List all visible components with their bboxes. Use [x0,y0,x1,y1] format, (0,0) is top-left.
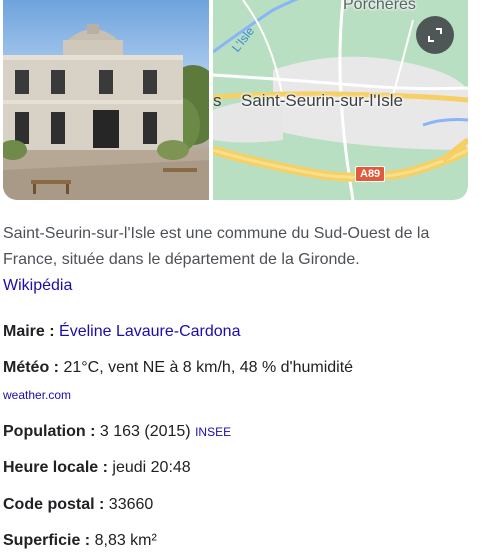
fact-superficie: Superficie : 8,83 km² [3,530,157,552]
fact-meteo: Météo : 21°C, vent NE à 8 km/h, 48 % d'h… [3,357,353,379]
fact-heure-locale-label: Heure locale : [3,459,108,476]
expand-icon [428,28,442,42]
description-block: Saint-Seurin-sur-l'Isle est une commune … [3,221,473,299]
map-thumbnail[interactable]: Porchères L'Isle s Saint-Seurin-sur-l'Is… [213,0,468,200]
fact-superficie-value: 8,83 km² [94,532,157,549]
description-text: Saint-Seurin-sur-l'Isle est une commune … [3,225,430,268]
mayor-link[interactable]: Éveline Lavaure-Cardona [59,323,240,340]
fact-maire-label: Maire : [3,323,55,340]
fact-code-postal-label: Code postal : [3,496,105,513]
fact-heure-locale-value: jeudi 20:48 [112,459,191,476]
fact-meteo-value: 21°C, vent NE à 8 km/h, 48 % d'humidité [63,359,354,376]
insee-link[interactable]: INSEE [195,425,231,439]
fact-heure-locale: Heure locale : jeudi 20:48 [3,457,191,479]
map-label-town: Saint-Seurin-sur-l'Isle [241,91,403,110]
road-shield-a89: A89 [355,166,386,182]
fact-superficie-label: Superficie : [3,532,91,549]
expand-map-button[interactable] [416,16,454,54]
town-hall-illustration [3,24,209,200]
fact-population: Population : 3 163 (2015) INSEE [3,421,231,443]
image-strip: Porchères L'Isle s Saint-Seurin-sur-l'Is… [3,0,468,200]
fact-meteo-label: Météo : [3,359,59,376]
fact-code-postal: Code postal : 33660 [3,494,153,516]
map-label-porcheres: Porchères [343,0,416,13]
fact-maire: Maire : Éveline Lavaure-Cardona [3,321,240,343]
map-label-fragment: s [213,91,222,110]
weather-source-link[interactable]: weather.com [3,388,71,402]
fact-code-postal-value: 33660 [108,496,154,513]
fact-population-label: Population : [3,423,96,440]
fact-population-value: 3 163 (2015) [99,423,191,440]
wikipedia-link[interactable]: Wikipédia [3,277,72,294]
town-hall-photo[interactable] [3,0,209,200]
